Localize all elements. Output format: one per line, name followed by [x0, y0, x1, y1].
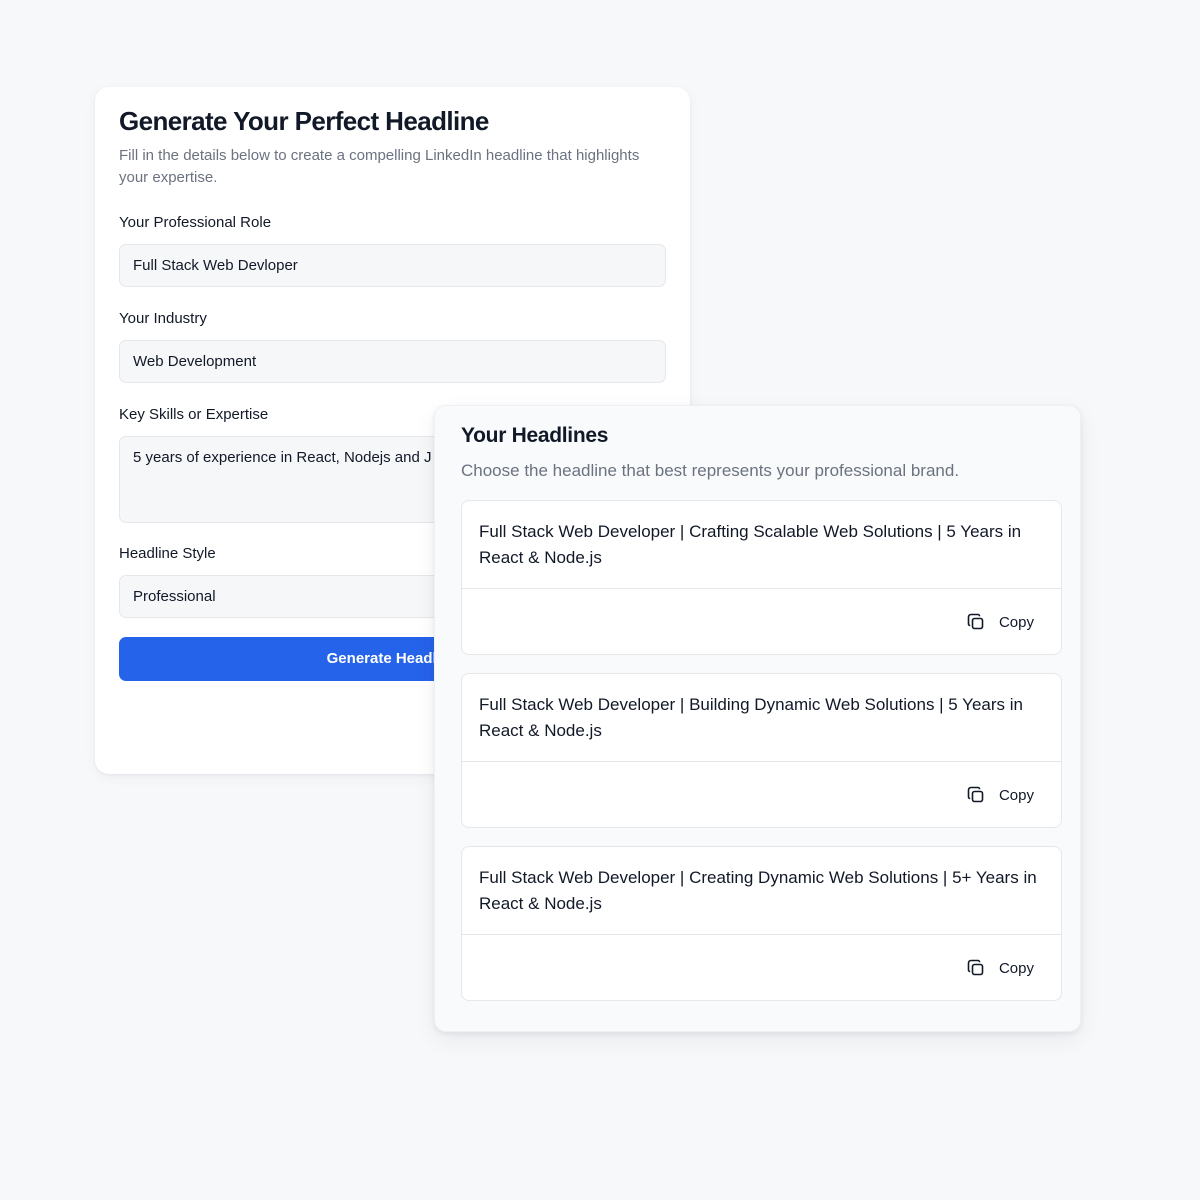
headlines-card: Your Headlines Choose the headline that … [434, 405, 1081, 1032]
copy-icon [967, 786, 985, 804]
headline-item: Full Stack Web Developer | Building Dyna… [461, 673, 1062, 828]
headlines-title: Your Headlines [461, 424, 609, 447]
copy-button[interactable]: Copy [967, 955, 1034, 981]
headline-text: Full Stack Web Developer | Building Dyna… [462, 674, 1061, 762]
role-label: Your Professional Role [119, 214, 272, 231]
role-field-group: Your Professional Role [119, 213, 666, 287]
headline-item: Full Stack Web Developer | Crafting Scal… [461, 500, 1062, 655]
industry-input[interactable] [119, 340, 666, 383]
copy-button[interactable]: Copy [967, 609, 1034, 635]
industry-field-group: Your Industry [119, 309, 666, 383]
headline-actions: Copy [462, 589, 1061, 654]
headlines-subtitle: Choose the headline that best represents… [461, 461, 960, 480]
page: Generate Your Perfect Headline Fill in t… [0, 0, 1200, 1200]
headline-list: Full Stack Web Developer | Crafting Scal… [461, 500, 1062, 1001]
headline-item: Full Stack Web Developer | Creating Dyna… [461, 846, 1062, 1001]
role-input[interactable] [119, 244, 666, 287]
copy-label: Copy [998, 959, 1034, 977]
copy-icon [967, 959, 985, 977]
headline-text: Full Stack Web Developer | Creating Dyna… [462, 847, 1061, 935]
headline-text: Full Stack Web Developer | Crafting Scal… [462, 501, 1061, 589]
headline-actions: Copy [462, 935, 1061, 1000]
copy-label: Copy [998, 613, 1034, 631]
form-subtitle: Fill in the details below to create a co… [119, 147, 640, 186]
industry-label: Your Industry [119, 310, 207, 327]
form-title: Generate Your Perfect Headline [119, 106, 489, 136]
copy-button[interactable]: Copy [967, 782, 1034, 808]
copy-label: Copy [998, 786, 1034, 804]
headline-actions: Copy [462, 762, 1061, 827]
copy-icon [967, 613, 985, 631]
